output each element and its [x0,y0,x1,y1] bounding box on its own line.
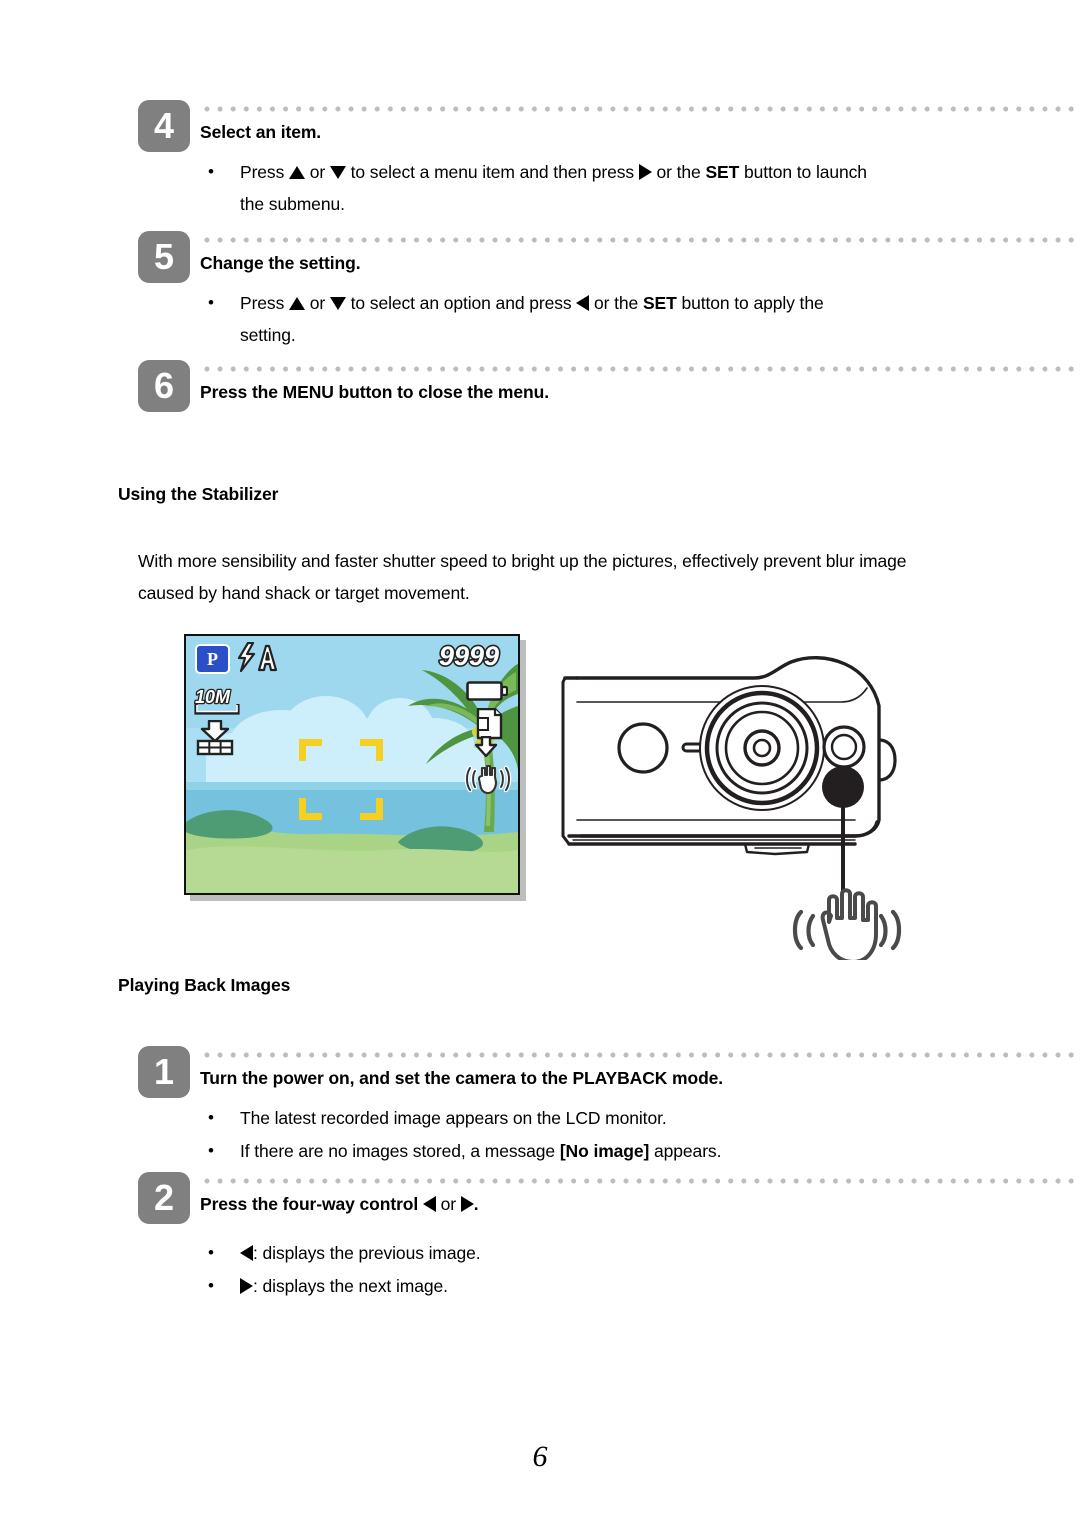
dotted-divider [204,1178,1080,1184]
triangle-left-icon [422,1196,436,1212]
text-fragment: to select an option and press [345,293,577,313]
stabilizer-body-line2: caused by hand shack or target movement. [138,583,470,603]
playback-step1-bullet1: The latest recorded image appears on the… [240,1108,667,1128]
triangle-right-icon [460,1196,474,1212]
step-badge-2: 2 [138,1172,190,1224]
text-fragment: : displays the next image. [253,1276,448,1296]
step-badge-6: 6 [138,360,190,412]
text-fragment: button to launch [739,162,867,182]
text-fragment: to select a menu item and then press [345,162,639,182]
text-fragment: appears. [649,1141,722,1161]
bullet-marker: • [208,162,214,181]
triangle-down-icon [329,297,346,310]
triangle-right-icon [638,164,652,180]
no-image-keyword: [No image] [559,1141,650,1161]
bullet-marker: • [208,293,214,312]
step4-bullet-line2: the submenu. [240,194,345,214]
triangle-up-icon [289,297,305,310]
page-number: 6 [532,1440,548,1473]
text-fragment: Press [240,162,289,182]
set-button-keyword: SET [705,162,740,182]
step5-bullet-line2: setting. [240,325,296,345]
text-fragment: or [305,293,330,313]
text-fragment: or the [651,162,706,182]
step4-bullet-line1: Press or to select a menu item and then … [240,156,867,188]
step-title-1: Turn the power on, and set the camera to… [200,1068,724,1088]
dotted-divider [204,106,1080,112]
text-fragment: Press the four-way control [200,1194,423,1214]
lens-barrel [699,685,825,811]
text-fragment: Press [240,293,289,313]
camera-top-illustration [555,630,955,964]
step-title-2: Press the four-way control or . [200,1194,479,1215]
step-title-4: Select an item. [200,122,322,142]
section-heading-stabilizer: Using the Stabilizer [118,484,279,504]
stabilizer-body-line1: With more sensibility and faster shutter… [138,551,907,571]
step-badge-4: 4 [138,100,190,152]
dotted-divider [204,237,1080,243]
section-heading-playback: Playing Back Images [118,975,291,995]
bullet-marker: • [208,1243,214,1262]
playback-step2-bullet1: : displays the previous image. [240,1237,481,1269]
step-badge-1: 1 [138,1046,190,1098]
text-fragment: or [305,162,330,182]
dotted-divider [204,1052,1080,1058]
triangle-left-icon [240,1245,253,1261]
bullet-marker: • [208,1108,214,1127]
bullet-marker: • [208,1141,214,1160]
shutter-button [617,722,669,774]
playback-step2-bullet2: : displays the next image. [240,1270,448,1302]
triangle-left-icon [576,295,590,311]
lcd-frame: P 10M 9999 [184,634,520,895]
stabilizer-hand-icon [792,888,902,964]
focus-bracket-icon [299,739,383,820]
lcd-preview-illustration: P 10M 9999 [184,634,526,901]
step-title-5: Change the setting. [200,253,361,273]
text-fragment: If there are no images stored, a message [240,1141,560,1161]
manual-page: 4 Select an item. • Press or to select a… [0,0,1080,1527]
text-fragment: button to apply the [676,293,824,313]
text-fragment: : displays the previous image. [253,1243,481,1263]
triangle-up-icon [289,166,305,179]
set-button-keyword: SET [642,293,677,313]
text-fragment: or the [589,293,643,313]
playback-step1-bullet2: If there are no images stored, a message… [240,1135,721,1167]
text-fragment: or [435,1194,461,1214]
step-title-6: Press the MENU button to close the menu. [200,382,549,402]
step-badge-5: 5 [138,231,190,283]
triangle-right-icon [240,1278,253,1294]
bullet-marker: • [208,1276,214,1295]
step5-bullet-line1: Press or to select an option and press o… [240,287,824,319]
text-fragment: . [473,1194,479,1214]
dotted-divider [204,366,1080,372]
triangle-down-icon [329,166,346,179]
